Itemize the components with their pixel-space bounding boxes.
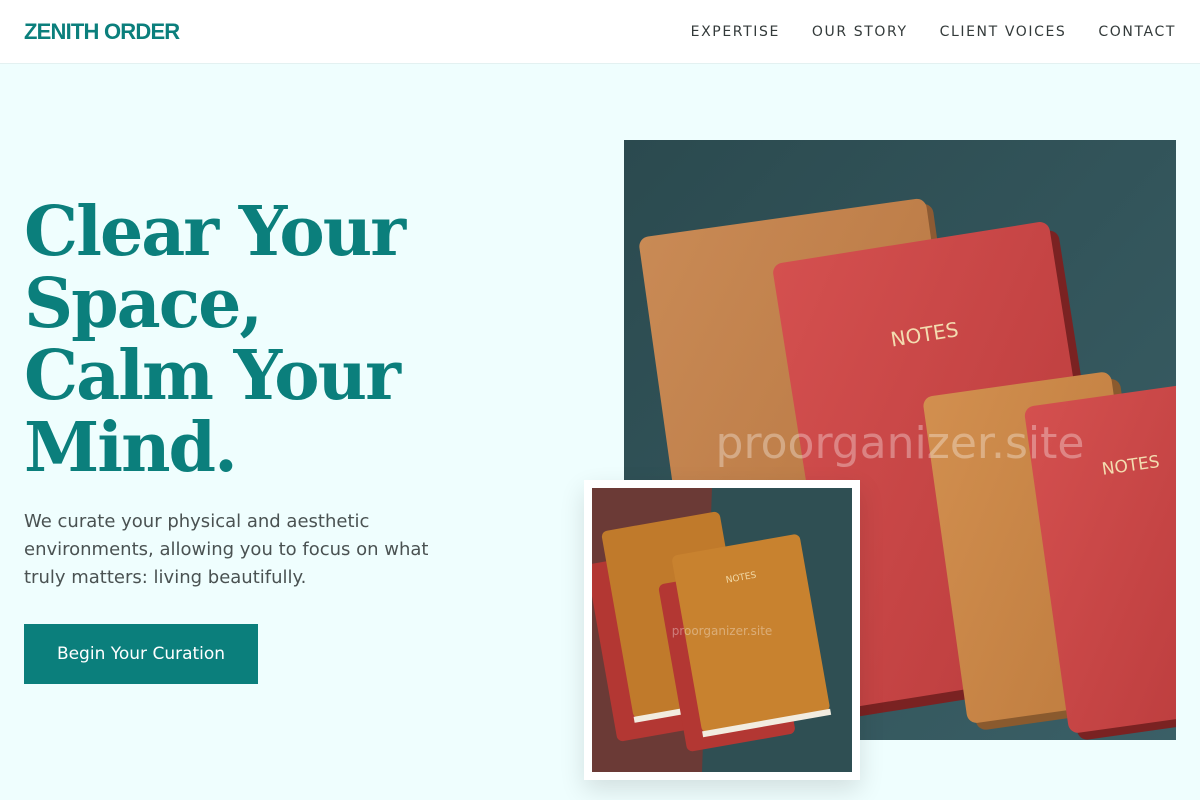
nav-link-our-story[interactable]: OUR STORY [812, 24, 908, 40]
hero-subtext: We curate your physical and aesthetic en… [24, 511, 429, 588]
inset-photo-frame: NOTES proorganizer.site [584, 480, 860, 780]
main-nav: EXPERTISE OUR STORY CLIENT VOICES CONTAC… [691, 24, 1176, 40]
site-header: ZENITH ORDER EXPERTISE OUR STORY CLIENT … [0, 0, 1200, 64]
watermark-main: proorganizer.site [716, 418, 1085, 469]
begin-curation-button[interactable]: Begin Your Curation [24, 624, 258, 684]
hero-headline: Clear Your Space, Calm Your Mind. [24, 196, 444, 484]
headline-line-2: Space, [24, 264, 263, 344]
logo[interactable]: ZENITH ORDER [24, 19, 180, 45]
headline-line-1: Clear Your [24, 192, 406, 272]
nav-link-contact[interactable]: CONTACT [1098, 24, 1176, 40]
inset-notebooks-photo: NOTES proorganizer.site [592, 488, 852, 772]
headline-line-3: Calm Your [24, 336, 401, 416]
watermark-inset: proorganizer.site [672, 624, 773, 638]
nav-link-client-voices[interactable]: CLIENT VOICES [940, 24, 1067, 40]
headline-line-4: Mind. [24, 408, 238, 488]
nav-link-expertise[interactable]: EXPERTISE [691, 24, 780, 40]
